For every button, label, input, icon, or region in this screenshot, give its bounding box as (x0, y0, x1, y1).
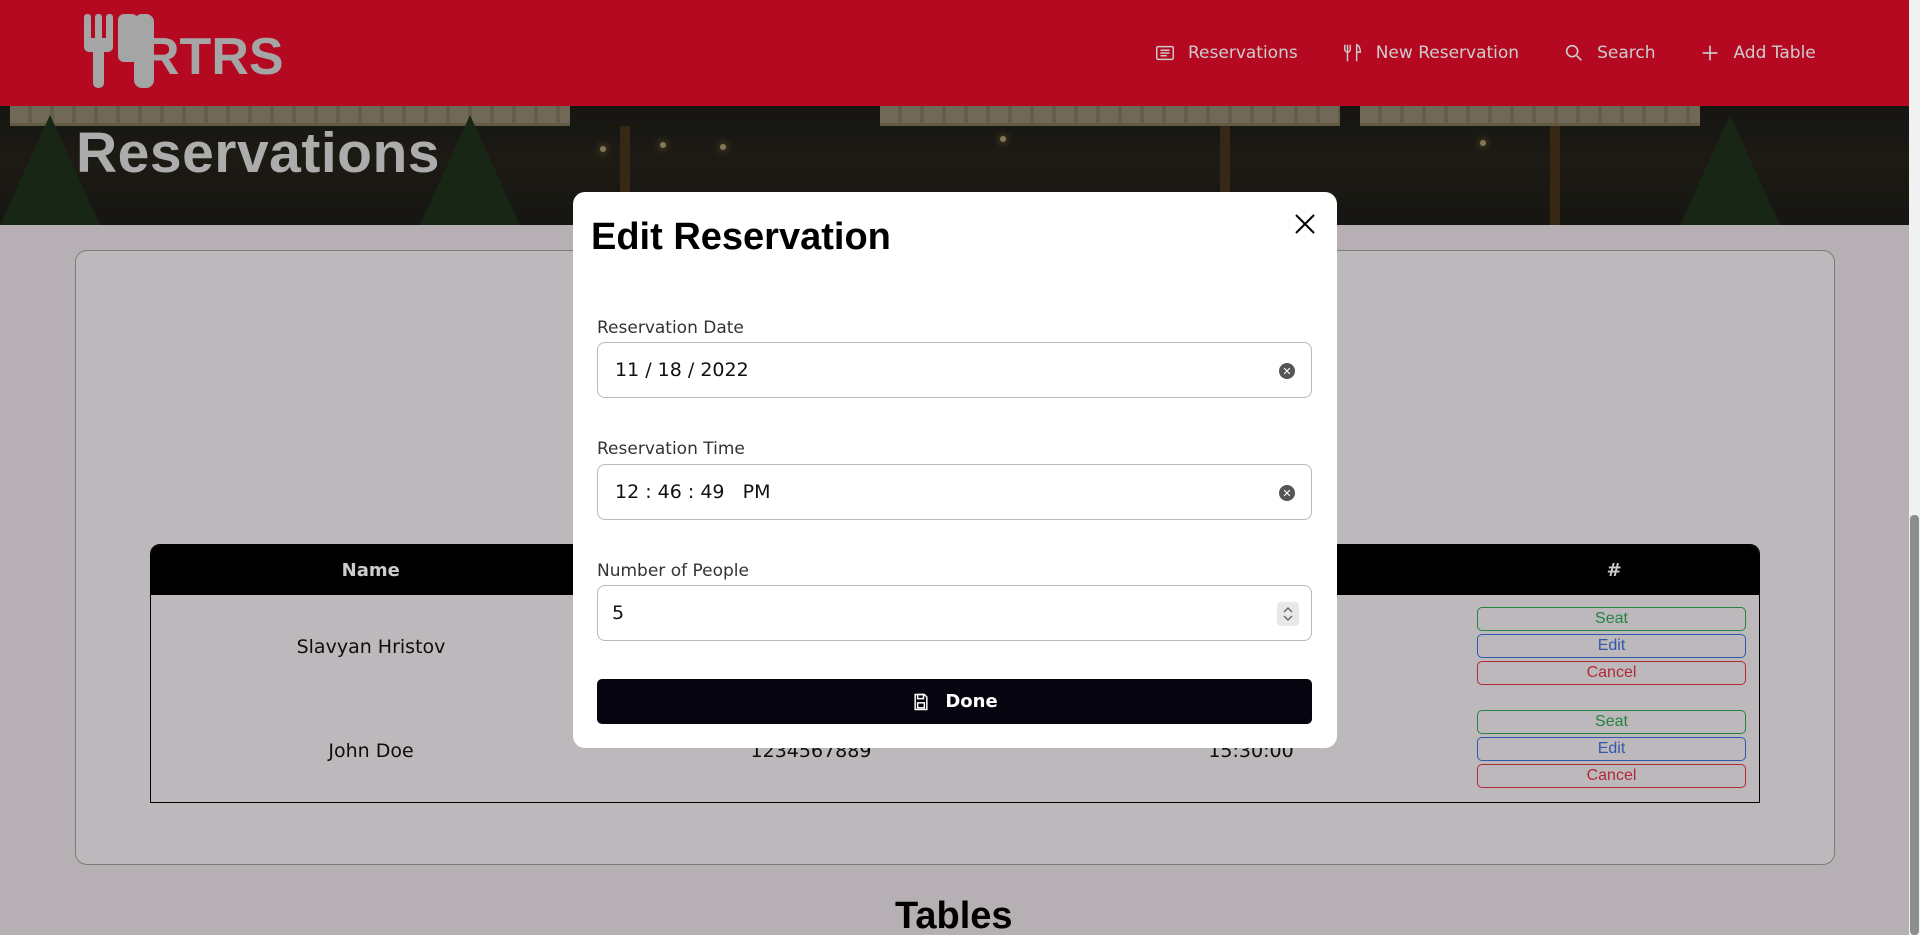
scrollbar-thumb[interactable] (1910, 515, 1919, 935)
done-label: Done (945, 691, 998, 712)
reservation-date-value: 11 / 18 / 2022 (615, 359, 749, 381)
modal-title: Edit Reservation (591, 216, 891, 258)
save-icon (914, 693, 928, 710)
number-of-people-input[interactable]: 5 (597, 585, 1312, 641)
clear-icon[interactable]: ✕ (1279, 485, 1295, 501)
number-of-people-label: Number of People (597, 561, 749, 581)
clear-icon[interactable]: ✕ (1279, 363, 1295, 379)
reservation-date-input[interactable]: 11 / 18 / 2022 ✕ (597, 342, 1312, 398)
close-icon[interactable] (1290, 209, 1320, 239)
edit-reservation-modal: Edit Reservation Reservation Date 11 / 1… (573, 192, 1337, 748)
reservation-date-label: Reservation Date (597, 318, 744, 338)
number-stepper-icon[interactable] (1277, 602, 1299, 626)
reservation-time-label: Reservation Time (597, 439, 745, 459)
reservation-time-value: 12 : 46 : 49 PM (615, 481, 771, 503)
done-button[interactable]: Done (597, 679, 1312, 724)
reservation-time-input[interactable]: 12 : 46 : 49 PM ✕ (597, 464, 1312, 520)
number-of-people-value: 5 (612, 602, 625, 624)
scrollbar[interactable] (1909, 0, 1920, 935)
